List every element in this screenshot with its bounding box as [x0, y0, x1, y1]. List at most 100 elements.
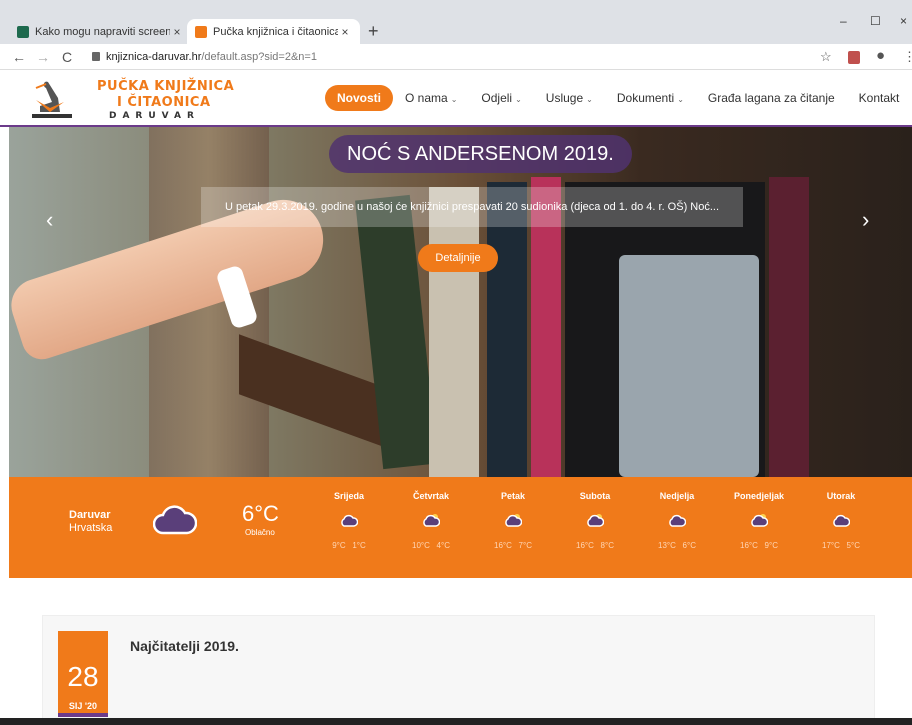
partly-sunny-icon: [505, 514, 522, 527]
forecast-high: 13°C: [658, 541, 676, 550]
main-navigation: Novosti O nama ⌄ Odjeli ⌄ Usluge ⌄ Dokument…: [325, 85, 912, 111]
book-spine: [769, 177, 809, 477]
chevron-down-icon: ⌄: [515, 95, 522, 104]
lock-icon: [92, 52, 100, 61]
tab-close-icon[interactable]: ×: [338, 25, 352, 39]
date-month: SIJ '20: [68, 701, 98, 711]
forecast-day-name: Ponedjeljak: [733, 491, 785, 501]
nav-item-grada[interactable]: Građa lagana za čitanje: [708, 91, 835, 105]
nav-item-odjeli[interactable]: Odjeli ⌄: [481, 91, 521, 105]
partly-sunny-icon: [423, 514, 440, 527]
tab-title: Pučka knjižnica i čitaonica Daruv: [213, 25, 338, 38]
url-field[interactable]: knjiznica-daruvar.hr/default.asp?sid=2&n…: [92, 51, 317, 63]
cloud-icon: [669, 514, 686, 527]
forecast-high: 16°C: [740, 541, 758, 550]
forecast-low: 1°C: [352, 541, 366, 550]
forecast-low: 5°C: [846, 541, 860, 550]
browser-address-bar: ← → C knjiznica-daruvar.hr/default.asp?s…: [0, 44, 912, 70]
book-spine: [429, 187, 479, 477]
forecast-temps: 13°C 6°C: [642, 541, 712, 550]
nav-label: O nama: [405, 91, 448, 105]
partly-sunny-icon: [751, 514, 768, 527]
details-button[interactable]: Detaljnije: [418, 244, 498, 272]
site-favicon-icon: [17, 25, 29, 38]
book-binder: [619, 255, 759, 477]
window-close-button[interactable]: ×: [900, 14, 907, 28]
url-host: knjiznica-daruvar.hr: [106, 51, 202, 63]
cloud-icon: [153, 505, 197, 535]
current-condition: Oblačno: [245, 528, 275, 537]
forward-button[interactable]: →: [36, 49, 50, 65]
logo-text-line3: DARUVAR: [109, 111, 200, 121]
forecast-temps: 16°C 7°C: [478, 541, 548, 550]
forecast-temps: 10°C 4°C: [396, 541, 466, 550]
slider-prev-icon[interactable]: ‹: [46, 207, 53, 233]
chevron-down-icon: ⌄: [677, 95, 684, 104]
nav-item-o-nama[interactable]: O nama ⌄: [405, 91, 457, 105]
window-maximize-button[interactable]: ☐: [870, 14, 881, 28]
weather-country: Hrvatska: [69, 522, 113, 534]
forecast-temps: 9°C 1°C: [314, 541, 384, 550]
window-minimize-button[interactable]: –: [840, 14, 847, 28]
tab-title: Kako mogu napraviti screenshot: [35, 25, 170, 38]
weather-widget: Daruvar Hrvatska 6°C Oblačno Srijeda 9°C …: [9, 477, 912, 578]
forecast-day: Četvrtak 10°C 4°C: [396, 491, 466, 550]
news-card[interactable]: 28 SIJ '20 Najčitatelji 2019.: [42, 615, 875, 725]
new-tab-button[interactable]: +: [368, 21, 379, 42]
logo-text-line2: I ČITAONICA: [117, 95, 211, 110]
back-button[interactable]: ←: [12, 49, 26, 65]
weather-city: Daruvar: [69, 509, 111, 521]
date-day: 28: [67, 661, 99, 692]
stork-logo-icon[interactable]: [30, 78, 74, 122]
weather-location: Daruvar Hrvatska: [69, 509, 112, 535]
hero-title: NOĆ S ANDERSENOM 2019.: [329, 135, 632, 173]
forecast-day-name: Subota: [579, 491, 611, 501]
chevron-down-icon: ⌄: [450, 95, 458, 104]
forecast-day: Ponedjeljak 16°C 9°C: [724, 491, 794, 550]
forecast-day: Nedjelja 13°C 6°C: [642, 491, 712, 550]
forecast-low: 9°C: [764, 541, 778, 550]
forecast-day: Utorak 17°C 5°C: [806, 491, 876, 550]
bookmark-star-icon[interactable]: ☆: [820, 49, 832, 65]
forecast-day: Srijeda 9°C 1°C: [314, 491, 384, 550]
profile-icon[interactable]: ●: [876, 47, 885, 64]
cloud-icon: [341, 514, 358, 527]
forecast-high: 17°C: [822, 541, 840, 550]
nav-item-novosti[interactable]: Novosti: [325, 85, 394, 111]
forecast-day: Petak 16°C 7°C: [478, 491, 548, 550]
date-badge: 28 SIJ '20: [58, 631, 108, 717]
forecast-low: 8°C: [600, 541, 614, 550]
browser-tab-library[interactable]: Pučka knjižnica i čitaonica Daruv ×: [187, 19, 360, 44]
url-path: /default.asp?sid=2&n=1: [201, 51, 317, 63]
news-title[interactable]: Najčitatelji 2019.: [130, 638, 239, 654]
menu-icon[interactable]: ⋮: [903, 49, 912, 65]
current-temperature: 6°C: [242, 501, 279, 526]
tab-close-icon[interactable]: ×: [170, 25, 184, 39]
os-taskbar: [0, 718, 912, 725]
forecast-high: 10°C: [412, 541, 430, 550]
nav-item-dokumenti[interactable]: Dokumenti ⌄: [617, 91, 684, 105]
forecast-high: 9°C: [332, 541, 346, 550]
chevron-down-icon: ⌄: [586, 95, 593, 104]
forecast-high: 16°C: [576, 541, 594, 550]
browser-tabbar: Kako mogu napraviti screenshot × Pučka k…: [0, 0, 912, 44]
forecast-day-name: Petak: [500, 491, 526, 501]
nav-item-kontakt[interactable]: Kontakt: [859, 91, 900, 105]
nav-label: Odjeli: [481, 91, 513, 105]
nav-label: Usluge: [545, 91, 584, 105]
browser-tab-screenshot[interactable]: Kako mogu napraviti screenshot ×: [9, 19, 192, 44]
forecast-day-name: Nedjelja: [659, 491, 695, 501]
nav-item-usluge[interactable]: Usluge ⌄: [546, 91, 593, 105]
forecast-day: Subota 16°C 8°C: [560, 491, 630, 550]
site-header: PUČKA KNJIŽNICA I ČITAONICA DARUVAR Novo…: [0, 71, 912, 125]
forecast-day-name: Četvrtak: [412, 491, 450, 501]
logo-text-line1: PUČKA KNJIŽNICA: [97, 79, 235, 94]
forecast-temps: 16°C 9°C: [724, 541, 794, 550]
forecast-low: 6°C: [682, 541, 696, 550]
forecast-day-name: Utorak: [826, 491, 856, 501]
slider-next-icon[interactable]: ›: [862, 207, 869, 233]
extension-icon[interactable]: [848, 51, 860, 64]
reload-button[interactable]: C: [62, 49, 72, 65]
forecast-temps: 17°C 5°C: [806, 541, 876, 550]
cloud-icon: [833, 514, 850, 527]
